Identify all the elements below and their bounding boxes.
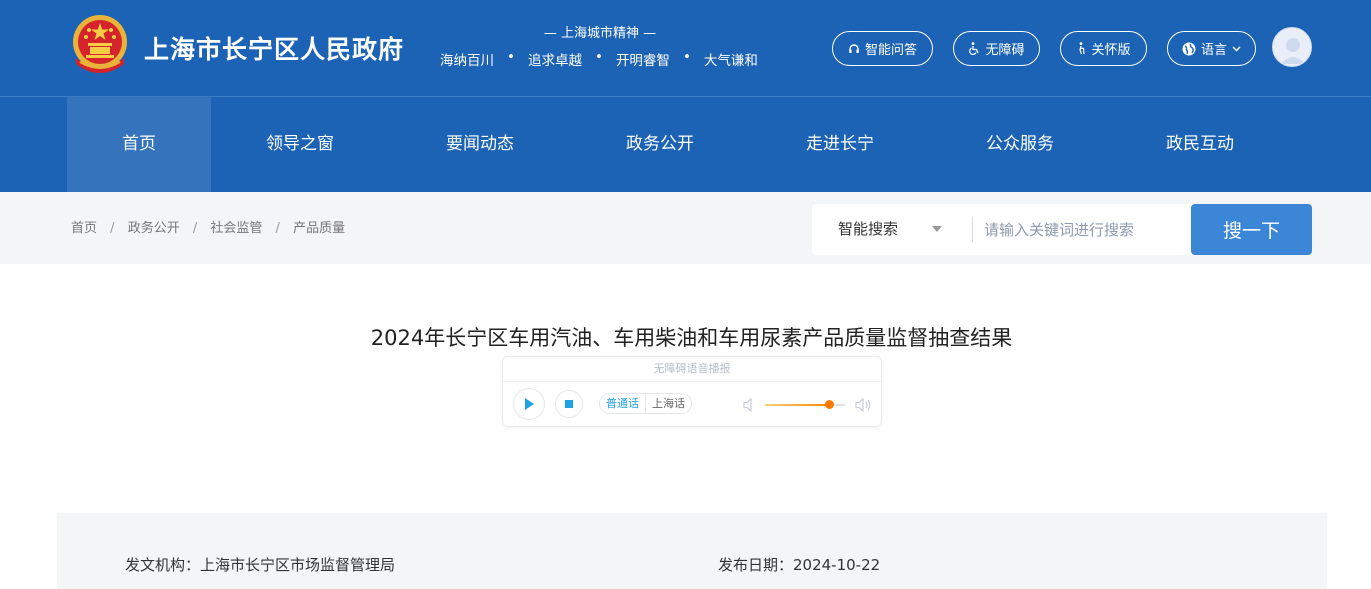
search-divider (972, 217, 973, 242)
volume-low-icon[interactable] (743, 397, 757, 417)
site-header: 上海市长宁区人民政府 — 上海城市精神 — 海纳百川 • 追求卓越 • 开明睿智… (0, 0, 1371, 96)
tts-language-toggle: 普通话 上海话 (599, 393, 692, 414)
search-input[interactable] (984, 212, 1184, 248)
nav-item-gov-affairs[interactable]: 政务公开 (588, 97, 732, 192)
breadcrumb-gov-affairs[interactable]: 政务公开 (128, 221, 180, 236)
nav-item-about-changning[interactable]: 走进长宁 (768, 97, 912, 192)
smart-qa-label: 智能问答 (864, 43, 917, 58)
article-title: 2024年长宁区车用汽油、车用柴油和车用尿素产品质量监督抽查结果 (370, 326, 1013, 350)
breadcrumb: 首页 / 政务公开 / 社会监管 / 产品质量 (71, 217, 345, 236)
spirit-item: 大气谦和 (703, 53, 758, 69)
headset-icon (848, 43, 860, 55)
accessibility-label: 无障碍 (985, 43, 1025, 58)
national-emblem-icon[interactable] (70, 14, 130, 76)
search-box: 智能搜索 搜一下 (812, 204, 1312, 255)
spirit-item: 追求卓越 (527, 53, 582, 69)
search-button[interactable]: 搜一下 (1191, 204, 1312, 255)
spirit-separator: • (507, 49, 515, 65)
play-button[interactable] (513, 388, 545, 420)
user-icon (1273, 28, 1311, 66)
breadcrumb-separator: / (110, 221, 115, 236)
search-scope-select[interactable]: 智能搜索 (838, 204, 898, 255)
tts-header: 无障碍语音播报 (503, 357, 881, 382)
city-spirit-title: — 上海城市精神 — (543, 26, 657, 41)
smart-qa-button[interactable]: 智能问答 (832, 31, 933, 66)
article-info-box: 发文机构：上海市长宁区市场监督管理局 发布日期：2024-10-22 (57, 513, 1327, 589)
volume-slider-handle[interactable] (825, 400, 834, 409)
wheelchair-icon (968, 42, 980, 55)
city-spirit: — 上海城市精神 — 海纳百川 • 追求卓越 • 开明睿智 • 大气谦和 (440, 22, 780, 69)
spirit-item: 开明睿智 (615, 53, 670, 69)
tts-player: 无障碍语音播报 普通话 上海话 (502, 356, 882, 427)
issuing-agency: 发文机构：上海市长宁区市场监督管理局 (125, 556, 396, 574)
spirit-item: 海纳百川 (440, 53, 494, 69)
stop-icon (565, 400, 573, 408)
nav-item-home[interactable]: 首页 (67, 97, 211, 192)
breadcrumb-home[interactable]: 首页 (71, 221, 97, 236)
globe-icon (1182, 42, 1196, 56)
spirit-separator: • (594, 49, 603, 65)
site-title[interactable]: 上海市长宁区人民政府 (144, 30, 404, 66)
lang-mandarin[interactable]: 普通话 (600, 394, 646, 413)
nav-item-news[interactable]: 要闻动态 (408, 97, 552, 192)
language-label: 语言 (1200, 43, 1227, 58)
elderly-mode-button[interactable]: 关怀版 (1060, 31, 1147, 66)
nav-item-interaction[interactable]: 政民互动 (1128, 97, 1272, 192)
stop-button[interactable] (555, 390, 583, 418)
breadcrumb-product-quality[interactable]: 产品质量 (293, 221, 345, 236)
breadcrumb-separator: / (192, 221, 198, 236)
chevron-down-icon (1232, 46, 1241, 52)
user-avatar[interactable] (1272, 27, 1312, 67)
nav-item-public-service[interactable]: 公众服务 (948, 97, 1092, 192)
breadcrumb-separator: / (275, 221, 280, 236)
nav-item-leaders[interactable]: 领导之窗 (228, 97, 372, 192)
volume-slider-fill (765, 404, 829, 406)
breadcrumb-supervision[interactable]: 社会监管 (210, 221, 262, 236)
main-nav: 首页 领导之窗 要闻动态 政务公开 走进长宁 公众服务 政民互动 (0, 96, 1371, 192)
caret-down-icon[interactable] (932, 226, 942, 232)
city-spirit-items: 海纳百川 • 追求卓越 • 开明睿智 • 大气谦和 (440, 49, 780, 69)
volume-high-icon[interactable] (855, 397, 873, 417)
language-dropdown[interactable]: 语言 (1167, 31, 1256, 66)
publish-date: 发布日期：2024-10-22 (718, 556, 881, 574)
lang-shanghainese[interactable]: 上海话 (646, 394, 691, 413)
volume-slider[interactable] (765, 400, 845, 409)
breadcrumb-bar: 首页 / 政务公开 / 社会监管 / 产品质量 智能搜索 搜一下 (0, 192, 1371, 264)
play-icon (525, 398, 534, 410)
elderly-mode-label: 关怀版 (1091, 43, 1131, 58)
accessibility-button[interactable]: 无障碍 (953, 31, 1040, 66)
elderly-person-icon (1076, 42, 1086, 55)
spirit-separator: • (682, 49, 691, 65)
